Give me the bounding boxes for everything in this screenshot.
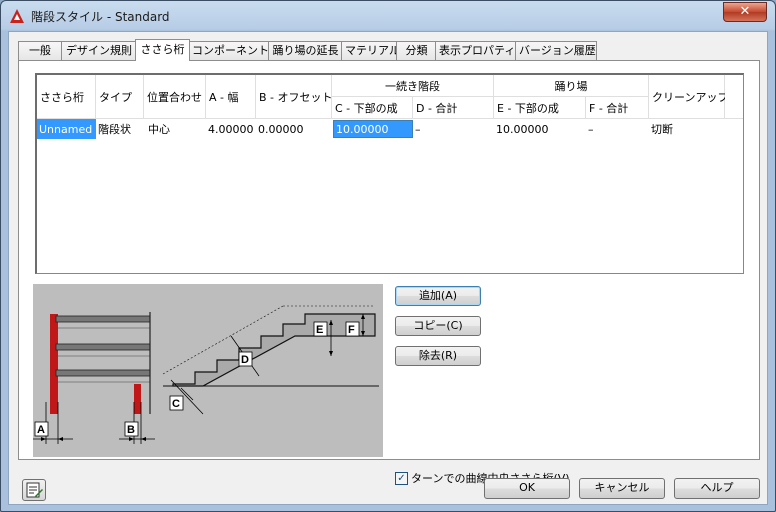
stringers-table[interactable]: ささら桁 タイプ 位置合わせ A - 幅 B - オフセット 一続き階段 C -… — [35, 73, 744, 274]
header-landing-total: F - 合計 — [586, 97, 649, 119]
header-landing-group: 踊り場 — [494, 75, 649, 97]
window-title: 階段スタイル - Standard — [31, 10, 170, 24]
copy-button[interactable]: コピー(C) — [395, 316, 481, 336]
cell-stringer-name[interactable]: Unnamed — [37, 119, 96, 139]
header-stringer: ささら桁 — [37, 75, 96, 119]
tab-display-properties[interactable]: 表示プロパティ — [435, 41, 517, 60]
tab-general[interactable]: 一般 — [18, 41, 62, 60]
header-flight-group: 一続き階段 — [332, 75, 494, 97]
tab-version-history[interactable]: バージョン履歴 — [515, 41, 597, 60]
cancel-button[interactable]: キャンセル — [579, 478, 665, 499]
ok-button[interactable]: OK — [484, 478, 570, 499]
cell-landing-total[interactable]: – — [586, 119, 649, 139]
tab-stringers[interactable]: ささら桁 — [135, 39, 190, 61]
tab-design-rules[interactable]: デザイン規則 — [61, 41, 137, 60]
tab-classifications[interactable]: 分類 — [396, 41, 437, 60]
label-a: A — [37, 424, 45, 436]
header-alignment: 位置合わせ — [144, 75, 206, 119]
cell-flight-total[interactable]: – — [413, 119, 494, 139]
label-c: C — [172, 398, 180, 410]
tab-components[interactable]: コンポーネント — [188, 41, 270, 60]
autocad-a-icon — [10, 9, 24, 23]
header-cleanup: クリーンアップ — [649, 75, 728, 119]
title-bar[interactable]: 階段スタイル - Standard ✕ — [1, 1, 775, 31]
help-button[interactable]: ヘルプ — [674, 478, 760, 499]
stringer-preview-image: A B D C E F — [33, 284, 383, 457]
header-filler — [725, 75, 743, 119]
tab-materials[interactable]: マテリアル — [341, 41, 400, 60]
header-flight-waist: C - 下部の成 — [332, 97, 413, 119]
label-e: E — [316, 324, 323, 336]
dialog-client: 一般 デザイン規則 ささら桁 コンポーネント 踊り場の延長 マテリアル 分類 表… — [8, 31, 768, 505]
stringer-post-b — [134, 384, 141, 414]
header-type: タイプ — [96, 75, 144, 119]
dialog-window: 階段スタイル - Standard ✕ 一般 デザイン規則 ささら桁 コンポーネ… — [0, 0, 776, 512]
cell-offset[interactable]: 0.00000 — [256, 119, 332, 139]
cell-alignment[interactable]: 中心 — [144, 119, 206, 139]
label-f: F — [348, 324, 355, 336]
header-flight-total: D - 合計 — [413, 97, 494, 119]
cell-type[interactable]: 階段状 — [96, 119, 144, 139]
curved-stringer-checkbox[interactable]: ✓ — [395, 471, 408, 485]
property-edit-icon[interactable] — [22, 479, 46, 501]
label-b: B — [127, 424, 135, 436]
header-width: A - 幅 — [206, 75, 256, 119]
stair-diagram: A B D C E F — [33, 284, 383, 457]
cell-landing-waist[interactable]: 10.00000 — [494, 119, 586, 139]
close-button[interactable]: ✕ — [723, 2, 767, 22]
stringer-post-a — [50, 314, 58, 414]
stringers-panel: ささら桁 タイプ 位置合わせ A - 幅 B - オフセット 一続き階段 C -… — [18, 60, 760, 485]
label-d: D — [241, 354, 249, 366]
tab-landing-extensions[interactable]: 踊り場の延長 — [268, 41, 343, 60]
cell-width[interactable]: 4.00000 — [206, 119, 256, 139]
cell-flight-waist-input[interactable]: 10.00000 — [333, 120, 413, 138]
cell-cleanup[interactable]: 切断 — [649, 119, 725, 139]
add-button[interactable]: 追加(A) — [395, 286, 481, 306]
header-offset: B - オフセット — [256, 75, 333, 119]
remove-button[interactable]: 除去(R) — [395, 346, 481, 366]
header-landing-waist: E - 下部の成 — [494, 97, 586, 119]
